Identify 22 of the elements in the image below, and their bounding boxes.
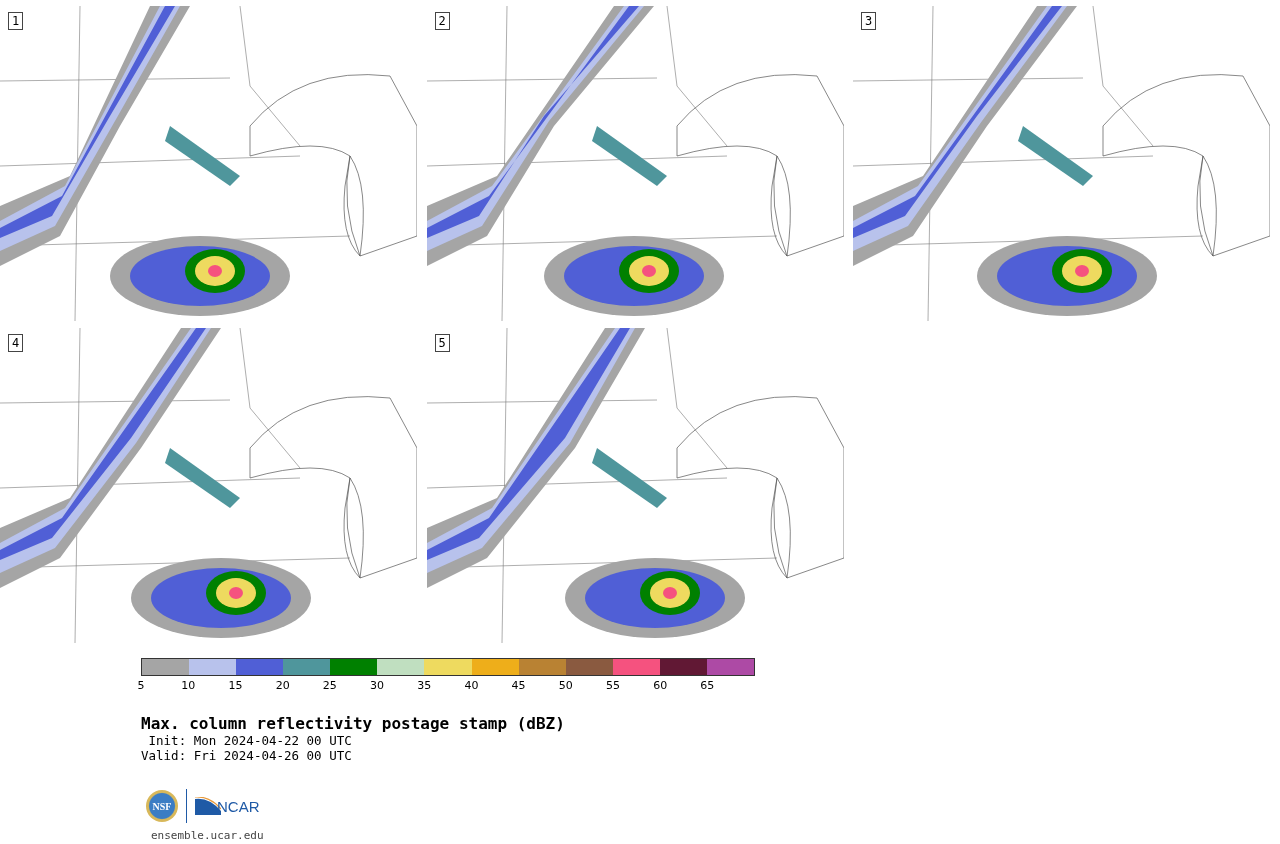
tick-label: 55 [604, 679, 621, 692]
tick-label: 50 [557, 679, 574, 692]
tick-label: 40 [463, 679, 480, 692]
ncar-logo: NCAR [195, 797, 260, 815]
panel-number: 1 [8, 12, 24, 30]
tick-label: 20 [274, 679, 291, 692]
panel-number: 3 [861, 12, 877, 30]
init-time: Init: Mon 2024-04-22 00 UTC [147, 733, 353, 748]
tick-label: 35 [416, 679, 433, 692]
tick-label: 10 [180, 679, 197, 692]
tick-label: 65 [699, 679, 716, 692]
tick-label: 25 [321, 679, 338, 692]
tick-label: 60 [652, 679, 669, 692]
tick-label: 5 [136, 679, 146, 692]
tick-label: 45 [510, 679, 527, 692]
chart-title: Max. column reflectivity postage stamp (dBZ) [141, 714, 566, 733]
panel-number: 4 [8, 334, 24, 352]
tick-label: 30 [369, 679, 386, 692]
tick-label: 15 [227, 679, 244, 692]
nsf-logo: NSF [146, 790, 178, 822]
valid-time: Valid: Fri 2024-04-26 00 UTC [141, 748, 353, 763]
website-url: ensemble.ucar.edu [151, 829, 265, 842]
